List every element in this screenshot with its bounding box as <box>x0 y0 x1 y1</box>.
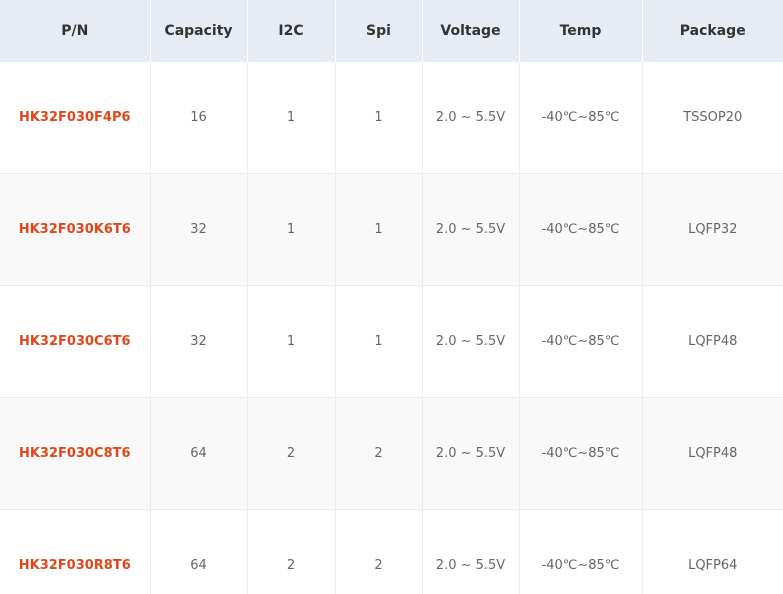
cell-spi: 2 <box>335 509 423 594</box>
cell-capacity: 64 <box>150 397 248 510</box>
cell-capacity: 64 <box>150 509 248 594</box>
cell-i2c: 1 <box>247 173 336 286</box>
cell-i2c: 2 <box>247 397 336 510</box>
cell-temp: -40℃~85℃ <box>519 285 643 398</box>
cell-voltage: 2.0 ~ 5.5V <box>422 397 520 510</box>
cell-spi: 1 <box>335 173 423 286</box>
cell-pn[interactable]: HK32F030C6T6 <box>0 285 151 398</box>
product-spec-table: P/N Capacity I2C Spi Voltage Temp Packag… <box>0 0 783 594</box>
cell-spi: 1 <box>335 62 423 174</box>
cell-package: TSSOP20 <box>642 62 783 174</box>
cell-i2c: 2 <box>247 509 336 594</box>
cell-temp: -40℃~85℃ <box>519 509 643 594</box>
header-package: Package <box>642 0 783 62</box>
cell-voltage: 2.0 ~ 5.5V <box>422 173 520 286</box>
cell-pn[interactable]: HK32F030R8T6 <box>0 509 151 594</box>
header-voltage: Voltage <box>422 0 520 62</box>
cell-voltage: 2.0 ~ 5.5V <box>422 285 520 398</box>
product-table-container: P/N Capacity I2C Spi Voltage Temp Packag… <box>0 0 783 594</box>
cell-package: LQFP48 <box>642 285 783 398</box>
table-row: HK32F030C6T6 32 1 1 2.0 ~ 5.5V -40℃~85℃ … <box>0 285 783 398</box>
cell-spi: 2 <box>335 397 423 510</box>
cell-i2c: 1 <box>247 62 336 174</box>
cell-voltage: 2.0 ~ 5.5V <box>422 62 520 174</box>
table-row: HK32F030F4P6 16 1 1 2.0 ~ 5.5V -40℃~85℃ … <box>0 62 783 174</box>
table-row: HK32F030C8T6 64 2 2 2.0 ~ 5.5V -40℃~85℃ … <box>0 397 783 510</box>
cell-package: LQFP48 <box>642 397 783 510</box>
cell-temp: -40℃~85℃ <box>519 173 643 286</box>
cell-temp: -40℃~85℃ <box>519 62 643 174</box>
cell-temp: -40℃~85℃ <box>519 397 643 510</box>
header-capacity: Capacity <box>150 0 248 62</box>
header-pn: P/N <box>0 0 151 62</box>
cell-spi: 1 <box>335 285 423 398</box>
cell-i2c: 1 <box>247 285 336 398</box>
header-temp: Temp <box>519 0 643 62</box>
header-spi: Spi <box>335 0 423 62</box>
table-row: HK32F030R8T6 64 2 2 2.0 ~ 5.5V -40℃~85℃ … <box>0 509 783 594</box>
cell-capacity: 32 <box>150 285 248 398</box>
cell-pn[interactable]: HK32F030K6T6 <box>0 173 151 286</box>
table-header-row: P/N Capacity I2C Spi Voltage Temp Packag… <box>0 0 783 62</box>
table-row: HK32F030K6T6 32 1 1 2.0 ~ 5.5V -40℃~85℃ … <box>0 173 783 286</box>
cell-capacity: 32 <box>150 173 248 286</box>
cell-capacity: 16 <box>150 62 248 174</box>
header-i2c: I2C <box>247 0 336 62</box>
cell-voltage: 2.0 ~ 5.5V <box>422 509 520 594</box>
cell-package: LQFP32 <box>642 173 783 286</box>
cell-pn[interactable]: HK32F030F4P6 <box>0 62 151 174</box>
cell-package: LQFP64 <box>642 509 783 594</box>
cell-pn[interactable]: HK32F030C8T6 <box>0 397 151 510</box>
